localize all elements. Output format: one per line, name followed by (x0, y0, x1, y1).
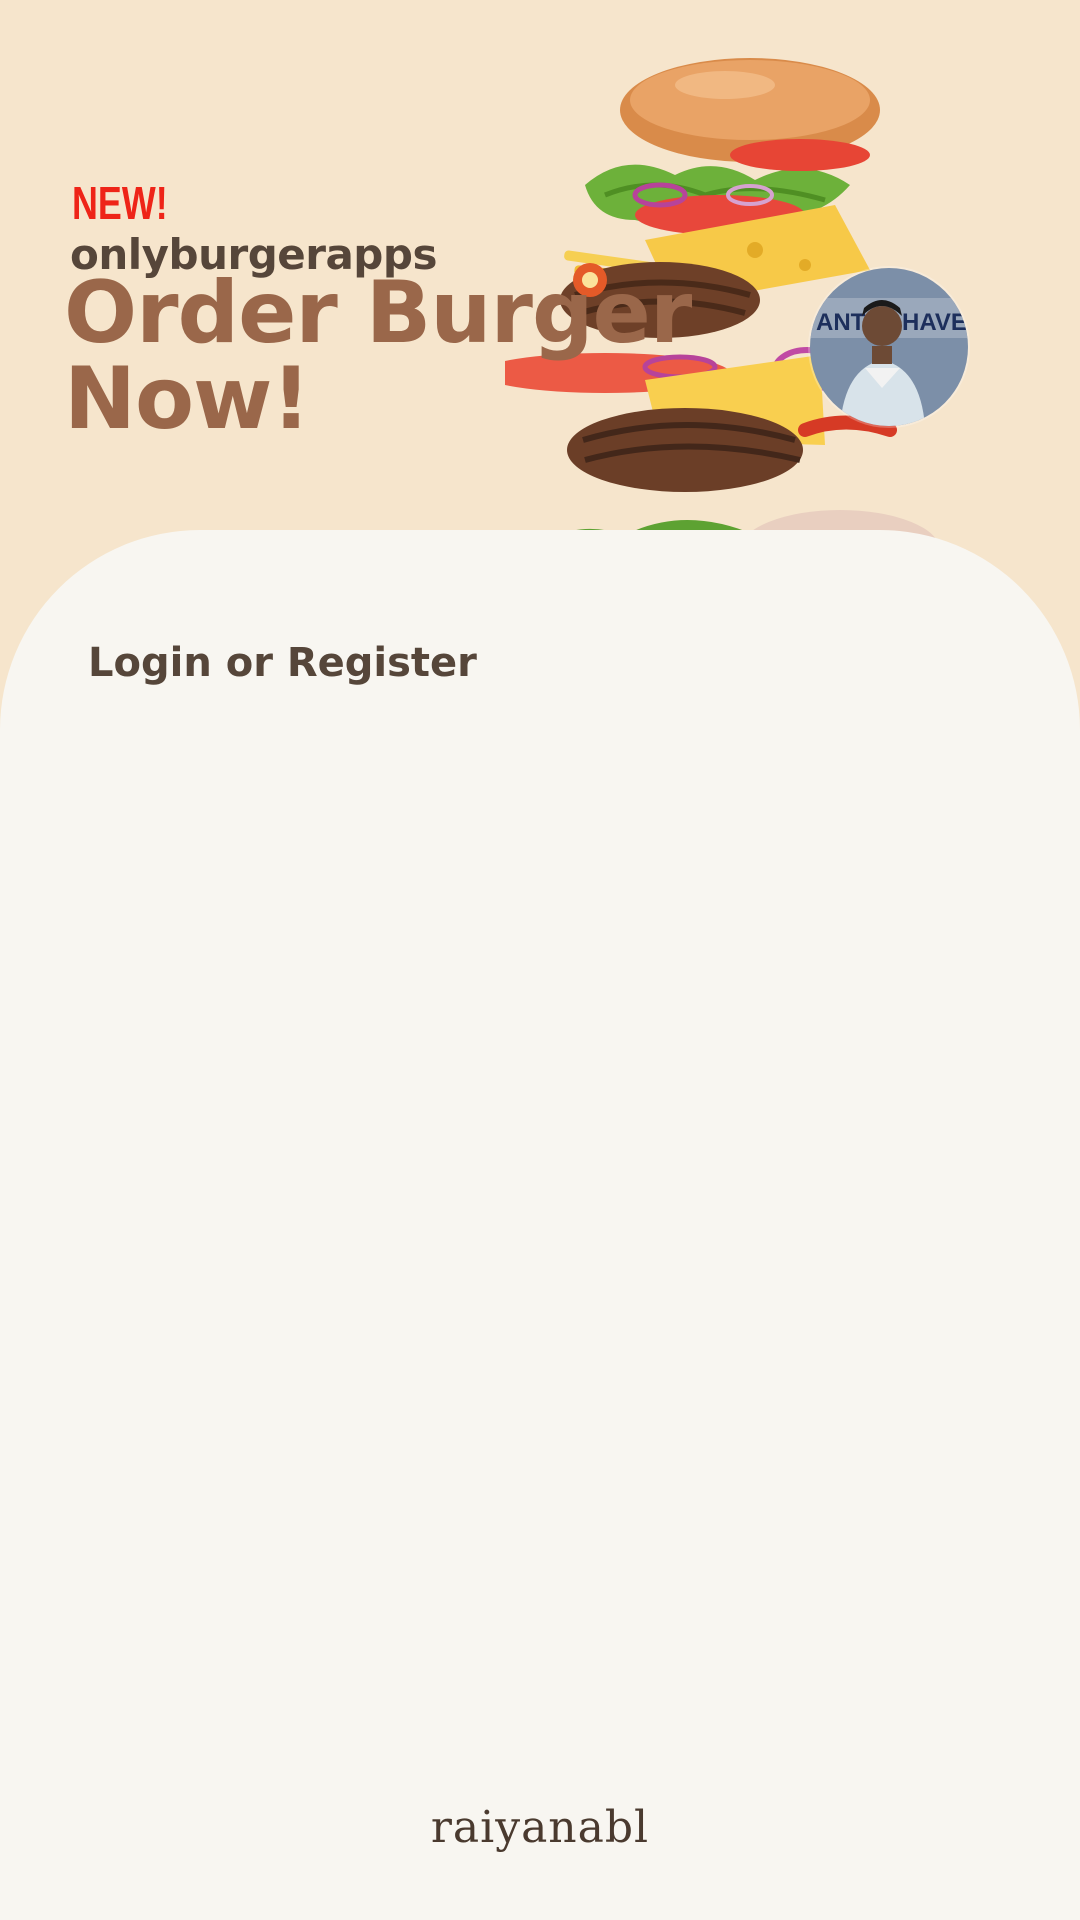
auth-panel: Login or Register raiyanabl (0, 530, 1080, 1920)
new-badge: NEW! (72, 177, 168, 229)
hero-section: NEW! onlyburgerapps Order Burger Now! AN… (0, 0, 1080, 560)
headline: Order Burger Now! (64, 263, 692, 449)
headline-line-1: Order Burger (64, 263, 692, 363)
svg-text:HAVE: HAVE (902, 309, 967, 336)
profile-avatar[interactable]: ANTS HAVE (810, 268, 968, 426)
headline-line-2: Now! (64, 349, 311, 449)
footer-brand: raiyanabl (430, 1802, 650, 1853)
login-register-title: Login or Register (88, 640, 477, 686)
user-avatar-icon: ANTS HAVE (810, 268, 968, 426)
